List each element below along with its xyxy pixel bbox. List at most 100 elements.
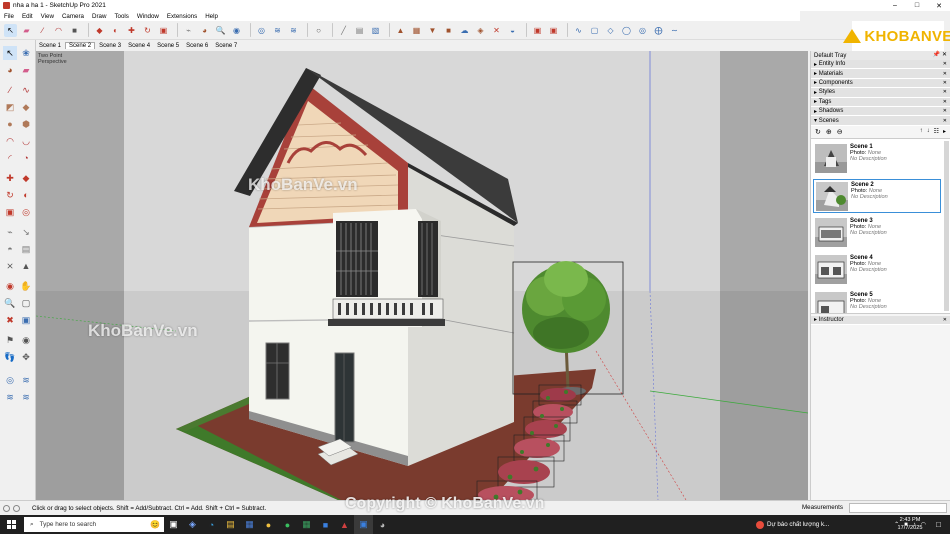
file-explorer-icon[interactable]: ▤ — [221, 515, 240, 534]
warehouse-icon[interactable]: ○ — [312, 24, 325, 37]
close-button[interactable]: ✕ — [928, 0, 950, 11]
zoom-extents-icon[interactable]: ✖ — [3, 313, 17, 327]
next-view-icon[interactable]: ≋ — [287, 24, 300, 37]
display-section-icon[interactable]: ▤ — [353, 24, 366, 37]
sandbox-stamp-icon[interactable]: ≋ — [19, 390, 33, 404]
tab-scene-2[interactable]: Scene 2 — [65, 42, 96, 49]
menu-window[interactable]: Window — [133, 13, 163, 20]
scene-details-icon[interactable]: ▸ — [943, 128, 946, 135]
sandbox-scratch-icon[interactable]: ≋ — [19, 373, 33, 387]
scale-tool-icon[interactable]: ▣ — [3, 205, 17, 219]
orbit-icon[interactable]: ◉ — [3, 279, 17, 293]
section-fill-icon[interactable]: ▧ — [369, 24, 382, 37]
sandbox-contours-icon[interactable]: ◎ — [3, 373, 17, 387]
walk-icon[interactable]: 👣 — [3, 350, 17, 364]
tray-pin-close[interactable]: 📌 ✕ — [933, 51, 947, 58]
position-camera-icon[interactable]: ⚑ — [3, 333, 17, 347]
solid-tools-icon[interactable]: ◒ — [506, 24, 519, 37]
remove-scene-icon[interactable]: ⊖ — [837, 128, 843, 136]
previous-view-icon[interactable]: ≋ — [271, 24, 284, 37]
line-tool-icon[interactable]: ∕ — [3, 83, 17, 97]
style-backedges-icon[interactable]: ▢ — [588, 24, 601, 37]
flip-edge-icon[interactable]: ✕ — [490, 24, 503, 37]
update-scene-icon[interactable]: ↻ — [815, 128, 821, 136]
look-around-icon[interactable]: ◉ — [19, 333, 33, 347]
taskbar-search[interactable]: ⌕ Type here to search 😊 — [24, 517, 164, 532]
add-scene-icon[interactable]: ⊕ — [826, 128, 832, 136]
orbit-icon[interactable]: ◉ — [230, 24, 243, 37]
system-clock[interactable]: 2:43 PM 17/7/2025 — [893, 516, 927, 532]
scene-list-item-4[interactable]: Scene 4 Photo: None No Description — [813, 253, 941, 287]
from-scratch-icon[interactable]: ▦ — [410, 24, 423, 37]
follow-me-icon[interactable]: ◐ — [19, 188, 33, 202]
menu-view[interactable]: View — [37, 13, 58, 20]
paint-bucket-icon[interactable]: ◕ — [3, 63, 17, 77]
panel-materials[interactable]: ▸ Materials ✕ — [811, 69, 950, 79]
rotate-tool-icon[interactable]: ↻ — [3, 188, 17, 202]
panel-close-icon[interactable]: ✕ — [943, 80, 947, 86]
move-scene-up-icon[interactable]: ↑ — [920, 128, 923, 135]
add-detail-icon[interactable]: ◈ — [474, 24, 487, 37]
three-point-arc-icon[interactable]: ◜ — [3, 151, 17, 165]
eraser-icon[interactable]: ▰ — [20, 24, 33, 37]
zoom-icon[interactable]: 🔍 — [3, 296, 17, 310]
excel-icon[interactable]: ▦ — [297, 515, 316, 534]
menu-tools[interactable]: Tools — [110, 13, 132, 20]
scale-tool-icon[interactable]: ▣ — [157, 24, 170, 37]
outer-shell-icon[interactable]: ▣ — [531, 24, 544, 37]
panel-close-icon[interactable]: ✕ — [943, 89, 947, 95]
style-monochrome-icon[interactable]: ∼ — [668, 24, 681, 37]
panel-styles[interactable]: ▸ Styles ✕ — [811, 88, 950, 98]
rotate-tool-icon[interactable]: ↻ — [141, 24, 154, 37]
line-tool-icon[interactable]: ∕ — [36, 24, 49, 37]
scene-list-item-2[interactable]: Scene 2 Photo: None No Description — [813, 178, 941, 213]
tab-scene-1[interactable]: Scene 1 — [36, 43, 64, 49]
zoom-icon[interactable]: 🔍 — [214, 24, 227, 37]
layout-icon[interactable]: ◕ — [373, 515, 392, 534]
menu-camera[interactable]: Camera — [58, 13, 88, 20]
offset-tool-icon[interactable]: ◎ — [19, 205, 33, 219]
panel-tags[interactable]: ▸ Tags ✕ — [811, 97, 950, 107]
push-pull-icon[interactable]: ◆ — [93, 24, 106, 37]
word-icon[interactable]: ▦ — [240, 515, 259, 534]
scene-list-item-3[interactable]: Scene 3 Photo: None No Description — [813, 216, 941, 250]
text-tool-icon[interactable]: ▤ — [19, 242, 33, 256]
section-plane-icon[interactable]: ✥ — [19, 350, 33, 364]
panel-close-icon[interactable]: ✕ — [943, 118, 947, 124]
scrollbar-thumb[interactable] — [944, 140, 949, 311]
panel-close-icon[interactable]: ✕ — [943, 317, 947, 323]
sketchup-active-icon[interactable]: ▣ — [354, 515, 373, 534]
protractor-icon[interactable]: ◓ — [3, 242, 17, 256]
panel-components[interactable]: ▸ Components ✕ — [811, 78, 950, 89]
tape-measure-icon[interactable]: ⌁ — [3, 225, 17, 239]
panel-close-icon[interactable]: ✕ — [943, 61, 947, 67]
move-tool-icon[interactable]: ✚ — [125, 24, 138, 37]
drape-icon[interactable]: ☁ — [458, 24, 471, 37]
move-tool-icon[interactable]: ✚ — [3, 171, 17, 185]
menu-edit[interactable]: Edit — [18, 13, 37, 20]
3d-text-icon[interactable]: ▲ — [19, 259, 33, 273]
style-wireframe-icon[interactable]: ◇ — [604, 24, 617, 37]
panel-entity-info[interactable]: ▸ Entity Info ✕ — [811, 60, 950, 70]
sandbox-smoove-icon[interactable]: ≋ — [3, 390, 17, 404]
push-pull-icon[interactable]: ◆ — [19, 171, 33, 185]
tab-scene-7[interactable]: Scene 7 — [212, 43, 240, 49]
panel-instructor[interactable]: ▸ Instructor ✕ — [811, 315, 950, 326]
panel-scenes[interactable]: ▾ Scenes ✕ — [811, 116, 950, 126]
zoom-window-icon[interactable]: ▢ — [19, 296, 33, 310]
smoove-icon[interactable]: ▼ — [426, 24, 439, 37]
pan-icon[interactable]: ✋ — [19, 279, 33, 293]
paint-bucket-icon[interactable]: ◕ — [198, 24, 211, 37]
freehand-icon[interactable]: ∿ — [19, 83, 33, 97]
edge-icon[interactable]: ◔ — [202, 515, 221, 534]
tape-measure-icon[interactable]: ⌁ — [182, 24, 195, 37]
polygon-tool-icon[interactable]: ⬢ — [19, 117, 33, 131]
select-tool-icon[interactable]: ↖ — [3, 46, 17, 60]
follow-me-icon[interactable]: ◐ — [109, 24, 122, 37]
two-point-arc-icon[interactable]: ◡ — [19, 134, 33, 148]
lasso-select-icon[interactable]: ❀ — [19, 46, 33, 60]
scene-list-scrollbar[interactable] — [944, 140, 949, 311]
geo-location-icon[interactable] — [13, 504, 20, 512]
rectangle-tool-icon[interactable]: ◩ — [3, 100, 17, 114]
sandbox-icon[interactable]: ▲ — [394, 24, 407, 37]
